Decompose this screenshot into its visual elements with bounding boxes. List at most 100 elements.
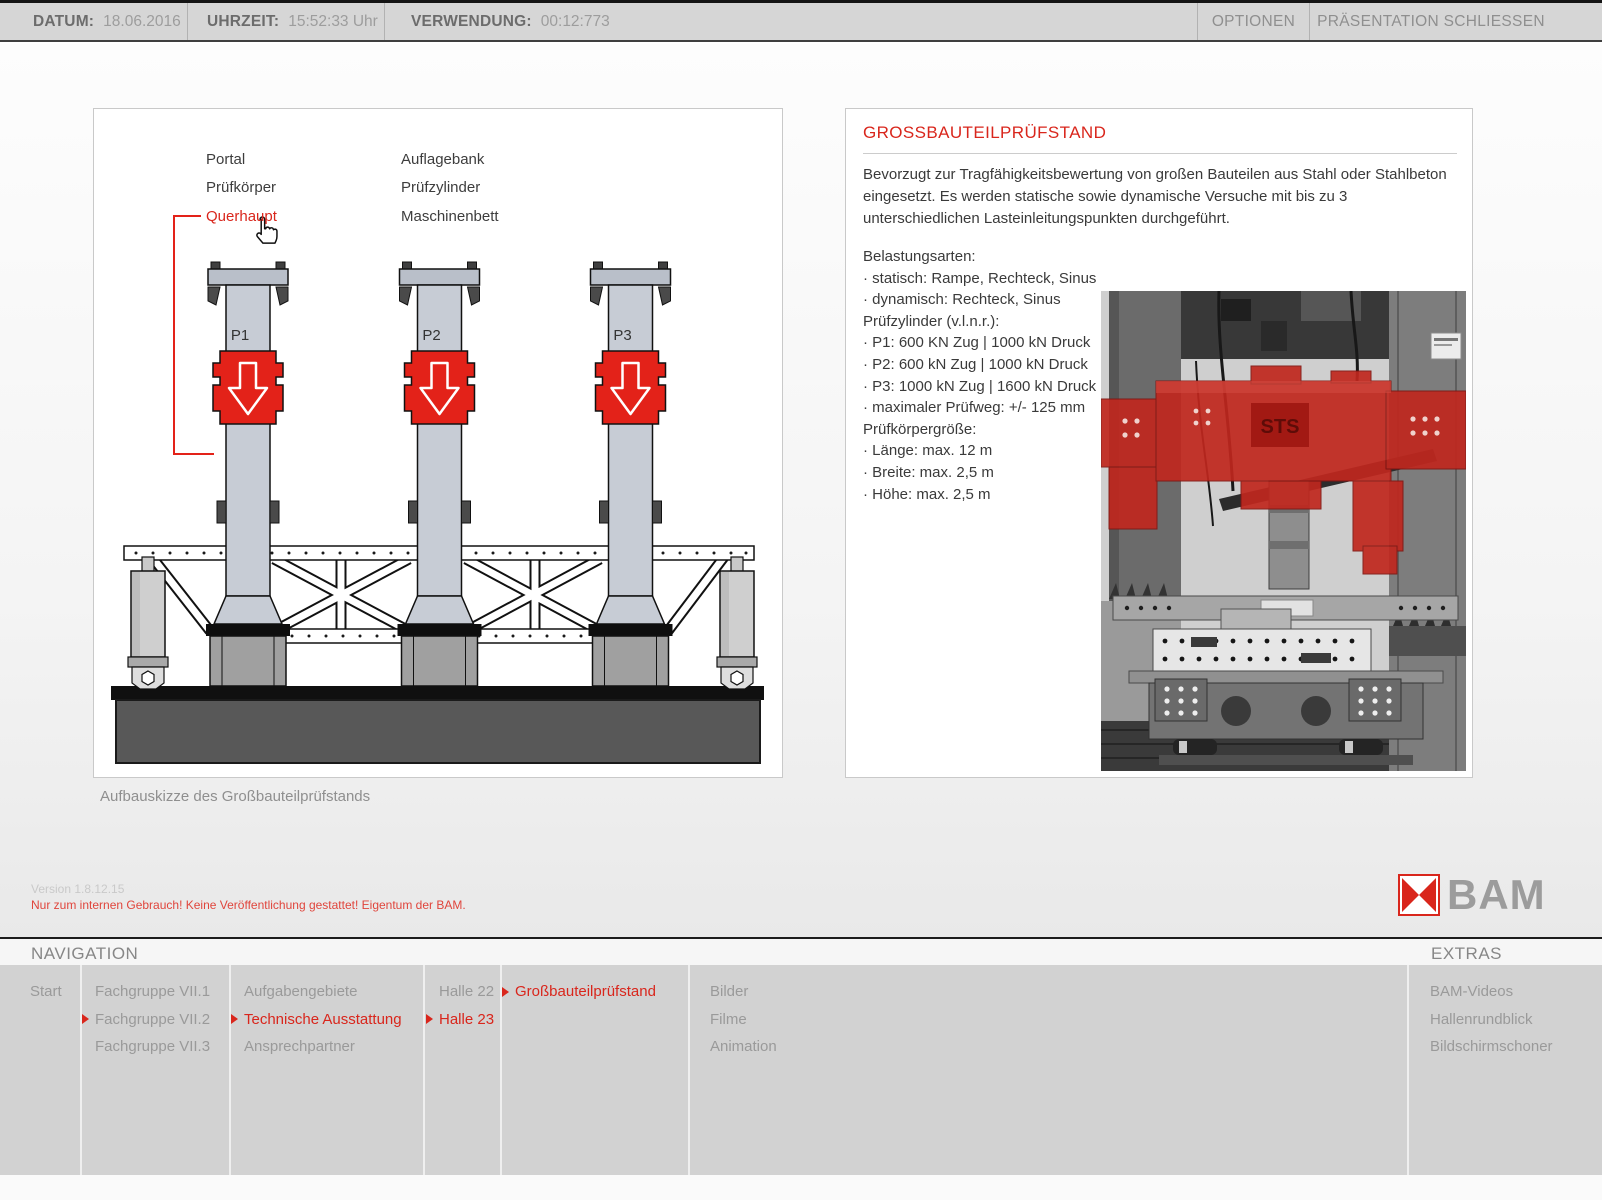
nav-item-filme[interactable]: Filme	[697, 1006, 777, 1034]
bam-logo: BAM	[1398, 874, 1546, 916]
date-value: 18.06.2016	[103, 13, 181, 31]
close-presentation-button[interactable]: PRÄSENTATION SCHLIESSEN	[1309, 3, 1602, 40]
nav-arrow-icon	[426, 1014, 439, 1024]
spec-line: Prüfzylinder (v.l.n.r.):	[863, 311, 1101, 333]
nav-arrow-icon	[231, 987, 244, 997]
machine-bed-top	[111, 686, 764, 700]
sketch-caption: Aufbauskizze des Großbauteilprüfstands	[100, 788, 370, 805]
info-panel: GROSSBAUTEILPRÜFSTAND Bevorzugt zur Trag…	[845, 108, 1473, 778]
bottom-strip	[0, 1175, 1602, 1200]
nav-column-bereiche: Aufgabengebiete Technische Ausstattung A…	[231, 978, 402, 1061]
spec-list: Belastungsarten: · statisch: Rampe, Rech…	[863, 246, 1101, 505]
nav-item-halle-22[interactable]: Halle 22	[426, 978, 494, 1006]
bam-logo-icon	[1398, 874, 1440, 916]
spec-line: · dynamisch: Rechteck, Sinus	[863, 289, 1101, 311]
nav-arrow-icon	[1417, 1014, 1430, 1024]
nav-column-stand: Großbauteilprüfstand	[502, 978, 656, 1006]
nav-panel: Start Fachgruppe VII.1 Fachgruppe VII.2 …	[0, 965, 1602, 1175]
portal-column-p1: P1	[206, 262, 290, 686]
nav-column-extras: BAM-Videos Hallenrundblick Bildschirmsch…	[1417, 978, 1553, 1061]
spec-line: · Breite: max. 2,5 m	[863, 462, 1101, 484]
nav-item-bildschirmschoner[interactable]: Bildschirmschoner	[1417, 1033, 1553, 1061]
test-stand-photo: STS	[1101, 291, 1466, 771]
nav-column-hallen: Halle 22 Halle 23	[426, 978, 494, 1033]
spec-line: · maximaler Prüfweg: +/- 125 mm	[863, 397, 1101, 419]
sketch-label-auflagebank[interactable]: Auflagebank	[401, 151, 484, 168]
presentation-app: DATUM: 18.06.2016 UHRZEIT: 15:52:33 Uhr …	[0, 0, 1602, 1200]
nav-column-start: Start	[17, 978, 62, 1006]
nav-arrow-icon	[697, 987, 710, 997]
sketch-label-pruefzylinder[interactable]: Prüfzylinder	[401, 179, 480, 196]
time-cell: UHRZEIT: 15:52:33 Uhr	[188, 3, 385, 40]
nav-item-fachgruppe-vii1[interactable]: Fachgruppe VII.1	[82, 978, 210, 1006]
nav-item-animation[interactable]: Animation	[697, 1033, 777, 1061]
content-area: P1 P2	[0, 44, 1602, 937]
status-bar: DATUM: 18.06.2016 UHRZEIT: 15:52:33 Uhr …	[0, 3, 1602, 42]
machine-bed	[116, 700, 760, 763]
version-text: Version 1.8.12.15	[31, 882, 124, 896]
date-label: DATUM:	[33, 13, 94, 31]
nav-header-band: NAVIGATION EXTRAS	[0, 939, 1602, 965]
time-value: 15:52:33 Uhr	[288, 13, 378, 31]
spec-line: · P1: 600 KN Zug | 1000 kN Druck	[863, 332, 1101, 354]
extras-header: EXTRAS	[1431, 944, 1502, 964]
spec-line: Prüfkörpergröße:	[863, 419, 1101, 441]
nav-arrow-icon	[1417, 1042, 1430, 1052]
nav-item-hallenrundblick[interactable]: Hallenrundblick	[1417, 1006, 1553, 1034]
nav-arrow-icon	[231, 1014, 244, 1024]
cylinder-label-p2: P2	[422, 327, 440, 344]
spec-line: · Länge: max. 12 m	[863, 440, 1101, 462]
nav-item-ansprechpartner[interactable]: Ansprechpartner	[231, 1033, 402, 1061]
usage-label: VERWENDUNG:	[411, 13, 532, 31]
nav-arrow-icon	[426, 987, 439, 997]
sketch-label-querhaupt[interactable]: Querhaupt	[206, 208, 277, 225]
nav-item-grossbauteilpruefstand[interactable]: Großbauteilprüfstand	[502, 978, 656, 1006]
nav-item-halle-23[interactable]: Halle 23	[426, 1006, 494, 1034]
nav-item-aufgabengebiete[interactable]: Aufgabengebiete	[231, 978, 402, 1006]
date-cell: DATUM: 18.06.2016	[0, 3, 188, 40]
portal-column-p2: P2	[398, 262, 482, 686]
nav-arrow-icon	[697, 1042, 710, 1052]
cylinder-label-p3: P3	[613, 327, 631, 344]
navigation-header: NAVIGATION	[31, 944, 138, 964]
bam-logo-text: BAM	[1447, 874, 1546, 916]
querhaupt-callout-line	[174, 216, 214, 454]
cylinder-label-p1: P1	[231, 327, 249, 344]
outer-cylinder-right	[717, 557, 757, 689]
nav-column-divider	[1407, 965, 1409, 1175]
sketch-panel: P1 P2	[93, 108, 783, 778]
nav-arrow-icon	[82, 987, 95, 997]
nav-arrow-icon	[1417, 987, 1430, 997]
disclaimer-text: Nur zum internen Gebrauch! Keine Veröffe…	[31, 898, 466, 912]
description-text: Bevorzugt zur Tragfähigkeitsbewertung vo…	[863, 164, 1457, 230]
outer-cylinder-left	[128, 557, 168, 689]
sketch-label-portal[interactable]: Portal	[206, 151, 245, 168]
nav-arrow-icon	[82, 1014, 95, 1024]
page-title: GROSSBAUTEILPRÜFSTAND	[863, 123, 1106, 143]
nav-column-divider	[423, 965, 425, 1175]
time-label: UHRZEIT:	[207, 13, 279, 31]
spec-line: · statisch: Rampe, Rechteck, Sinus	[863, 268, 1101, 290]
nav-item-start[interactable]: Start	[17, 978, 62, 1006]
usage-value: 00:12:773	[541, 13, 610, 31]
spec-line: · P3: 1000 kN Zug | 1600 kN Druck	[863, 376, 1101, 398]
nav-item-fachgruppe-vii2[interactable]: Fachgruppe VII.2	[82, 1006, 210, 1034]
nav-item-fachgruppe-vii3[interactable]: Fachgruppe VII.3	[82, 1033, 210, 1061]
nav-column-medien: Bilder Filme Animation	[697, 978, 777, 1061]
nav-item-technische-ausstattung[interactable]: Technische Ausstattung	[231, 1006, 402, 1034]
machine-brand-label: STS	[1261, 416, 1300, 438]
nav-arrow-icon	[82, 1042, 95, 1052]
nav-column-fachgruppen: Fachgruppe VII.1 Fachgruppe VII.2 Fachgr…	[82, 978, 210, 1061]
title-divider	[863, 153, 1457, 154]
sketch-label-maschinenbett[interactable]: Maschinenbett	[401, 208, 499, 225]
nav-arrow-icon	[697, 1014, 710, 1024]
options-button[interactable]: OPTIONEN	[1197, 3, 1309, 40]
sketch-label-pruefkoerper[interactable]: Prüfkörper	[206, 179, 276, 196]
spec-line: · P2: 600 kN Zug | 1000 kN Druck	[863, 354, 1101, 376]
nav-column-divider	[688, 965, 690, 1175]
usage-cell: VERWENDUNG: 00:12:773	[385, 3, 1197, 40]
spec-line: Belastungsarten:	[863, 246, 1101, 268]
nav-item-bam-videos[interactable]: BAM-Videos	[1417, 978, 1553, 1006]
nav-item-bilder[interactable]: Bilder	[697, 978, 777, 1006]
nav-arrow-icon	[231, 1042, 244, 1052]
